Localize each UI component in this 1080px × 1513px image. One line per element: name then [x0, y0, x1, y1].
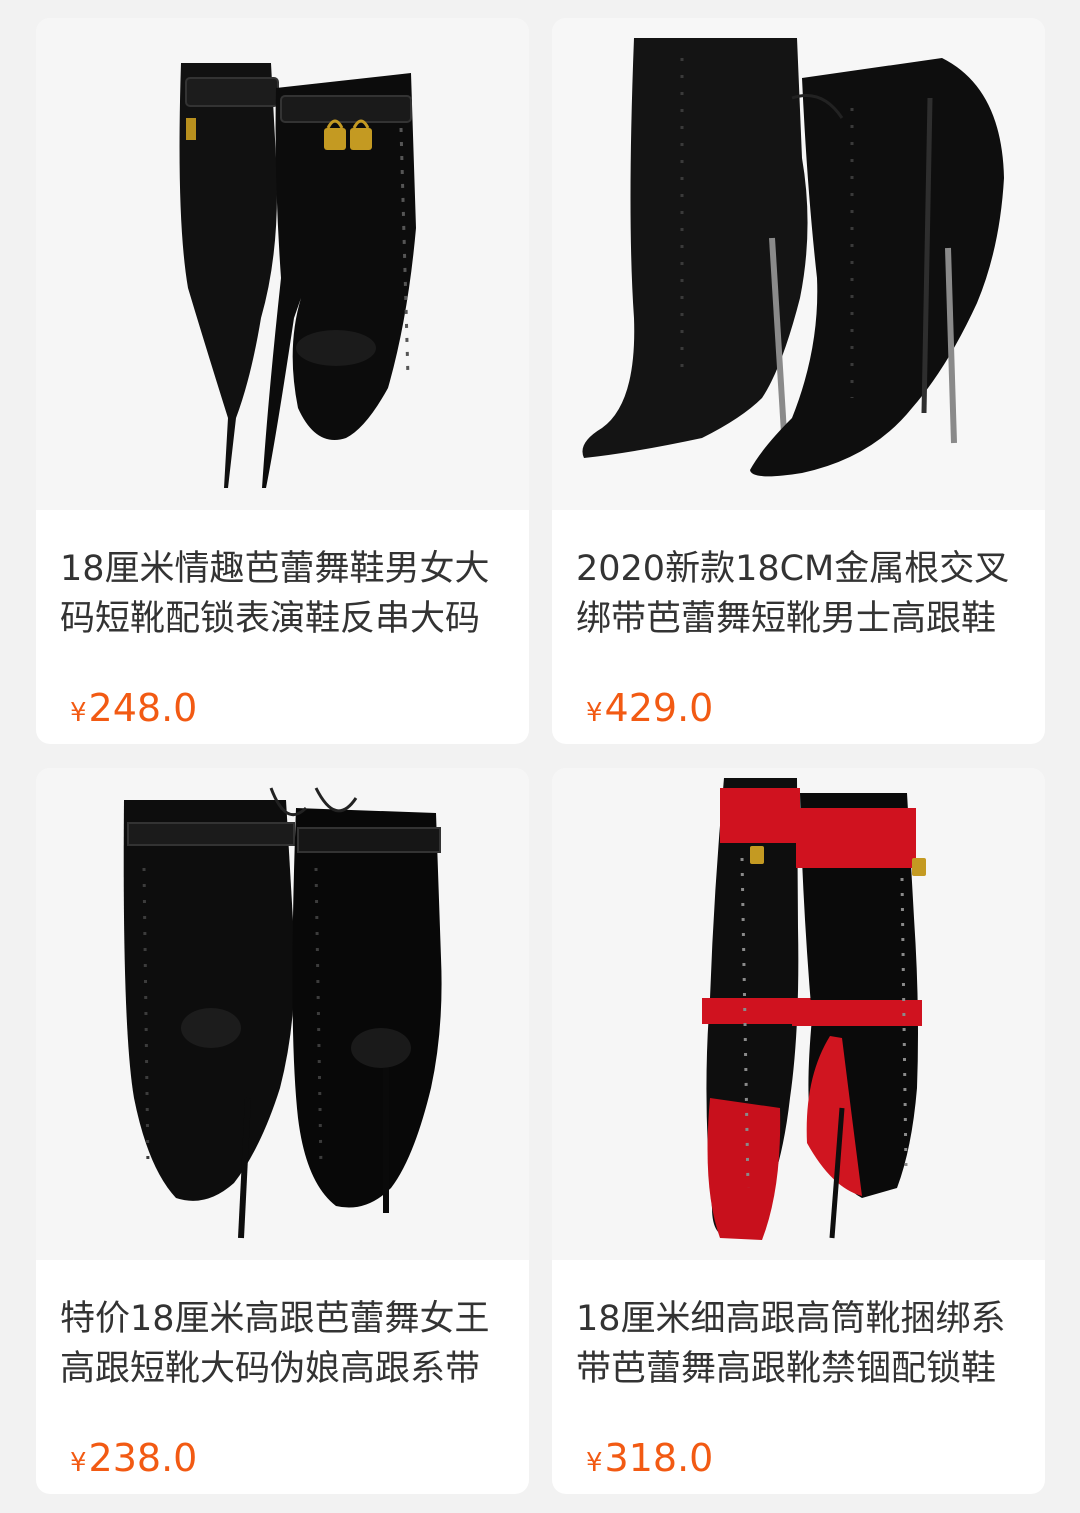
currency-symbol: ¥: [586, 1448, 603, 1478]
product-image[interactable]: [36, 18, 529, 510]
product-price: ¥429.0: [586, 686, 713, 738]
product-card[interactable]: 18厘米细高跟高筒靴捆绑系带芭蕾舞高跟靴禁锢配锁鞋 ¥318.0: [552, 768, 1045, 1494]
boot-image: [36, 768, 529, 1260]
currency-symbol: ¥: [70, 698, 87, 728]
product-price: ¥248.0: [70, 686, 197, 738]
currency-symbol: ¥: [586, 698, 603, 728]
currency-symbol: ¥: [70, 1448, 87, 1478]
product-card[interactable]: 2020新款18CM金属根交叉绑带芭蕾舞短靴男士高跟鞋 ¥429.0: [552, 18, 1045, 744]
product-card[interactable]: 特价18厘米高跟芭蕾舞女王高跟短靴大码伪娘高跟系带 ¥238.0: [36, 768, 529, 1494]
boot-image: [552, 768, 1045, 1260]
product-price: ¥238.0: [70, 1436, 197, 1488]
product-title[interactable]: 18厘米情趣芭蕾舞鞋男女大码短靴配锁表演鞋反串大码: [60, 544, 509, 644]
boot-image: [36, 18, 529, 510]
price-amount: 238.0: [88, 1436, 198, 1480]
product-image[interactable]: [552, 18, 1045, 510]
product-grid: 18厘米情趣芭蕾舞鞋男女大码短靴配锁表演鞋反串大码 ¥248.0 2020新款1…: [0, 0, 1080, 1513]
product-title[interactable]: 特价18厘米高跟芭蕾舞女王高跟短靴大码伪娘高跟系带: [60, 1294, 509, 1394]
product-card[interactable]: 18厘米情趣芭蕾舞鞋男女大码短靴配锁表演鞋反串大码 ¥248.0: [36, 18, 529, 744]
product-price: ¥318.0: [586, 1436, 713, 1488]
product-title[interactable]: 2020新款18CM金属根交叉绑带芭蕾舞短靴男士高跟鞋: [576, 544, 1025, 644]
product-image[interactable]: [552, 768, 1045, 1260]
boot-image: [552, 18, 1045, 510]
product-title[interactable]: 18厘米细高跟高筒靴捆绑系带芭蕾舞高跟靴禁锢配锁鞋: [576, 1294, 1025, 1394]
price-amount: 429.0: [604, 686, 714, 730]
price-amount: 248.0: [88, 686, 198, 730]
product-image[interactable]: [36, 768, 529, 1260]
price-amount: 318.0: [604, 1436, 714, 1480]
